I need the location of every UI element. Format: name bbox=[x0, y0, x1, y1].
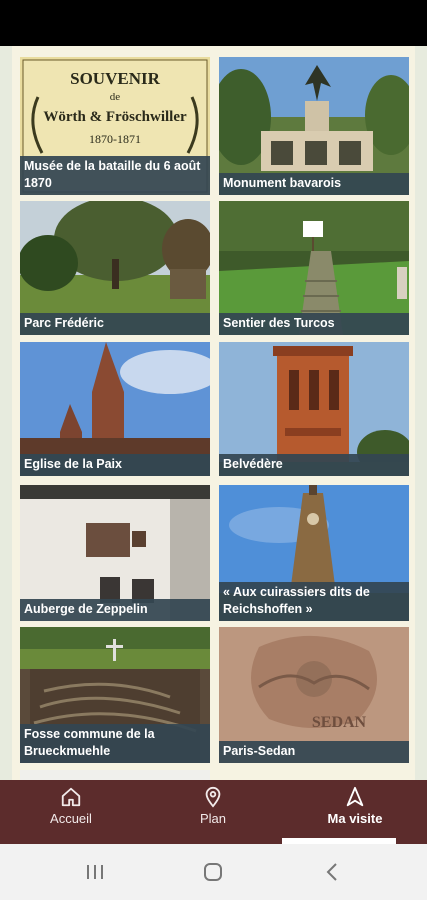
card-caption: Fosse commune de la Brueckmuehle bbox=[20, 724, 210, 763]
map-pin-icon bbox=[205, 786, 221, 808]
card-fosse-commune[interactable]: Fosse commune de la Brueckmuehle bbox=[20, 627, 210, 763]
card-caption: Auberge de Zeppelin bbox=[20, 599, 210, 621]
poster-line2: de bbox=[110, 91, 121, 103]
nav-item-plan[interactable]: Plan bbox=[142, 780, 284, 844]
bottom-nav: Accueil Plan Ma visite bbox=[0, 780, 427, 844]
card-caption: Sentier des Turcos bbox=[219, 313, 409, 335]
visit-grid-screen: SOUVENIR de Wörth & Fröschwiller 1870-18… bbox=[0, 46, 427, 780]
recent-apps-icon bbox=[87, 865, 103, 879]
poster-line1: SOUVENIR bbox=[70, 69, 160, 88]
home-system-button[interactable] bbox=[200, 860, 226, 884]
home-circle-icon bbox=[204, 863, 222, 881]
card-peek-row bbox=[20, 770, 210, 780]
back-icon bbox=[326, 863, 337, 881]
poster-line4: 1870-1871 bbox=[89, 132, 141, 146]
home-icon bbox=[61, 787, 81, 807]
card-musee-bataille[interactable]: SOUVENIR de Wörth & Fröschwiller 1870-18… bbox=[20, 57, 210, 195]
card-caption: « Aux cuirassiers dits de Reichshoffen » bbox=[219, 582, 409, 621]
poster-line3: Wörth & Fröschwiller bbox=[43, 109, 187, 125]
card-caption: Musée de la bataille du 6 août 1870 bbox=[20, 156, 210, 195]
nav-item-accueil[interactable]: Accueil bbox=[0, 780, 142, 844]
relief-inscription: SEDAN bbox=[312, 714, 367, 731]
nav-label-ma-visite: Ma visite bbox=[327, 811, 383, 826]
card-belvedere[interactable]: Belvédère bbox=[219, 342, 409, 476]
back-button[interactable] bbox=[320, 860, 346, 884]
card-caption: Belvédère bbox=[219, 454, 409, 476]
card-caption: Paris-Sedan bbox=[219, 741, 409, 763]
nav-label-accueil: Accueil bbox=[50, 811, 92, 826]
navigation-arrow-icon bbox=[346, 786, 364, 807]
card-auberge-zeppelin[interactable]: Auberge de Zeppelin bbox=[20, 485, 210, 621]
nav-item-ma-visite[interactable]: Ma visite bbox=[284, 780, 426, 844]
system-nav-bar bbox=[0, 844, 427, 900]
card-aux-cuirassiers[interactable]: « Aux cuirassiers dits de Reichshoffen » bbox=[219, 485, 409, 621]
recent-apps-button[interactable] bbox=[82, 860, 108, 884]
card-grid: SOUVENIR de Wörth & Fröschwiller 1870-18… bbox=[12, 46, 415, 780]
card-sentier-turcos[interactable]: Sentier des Turcos bbox=[219, 201, 409, 335]
card-paris-sedan[interactable]: SEDAN Paris-Sedan bbox=[219, 627, 409, 763]
card-eglise-paix[interactable]: Eglise de la Paix bbox=[20, 342, 210, 476]
status-bar bbox=[0, 0, 427, 46]
card-monument-bavarois[interactable]: Monument bavarois bbox=[219, 57, 409, 195]
card-caption: Eglise de la Paix bbox=[20, 454, 210, 476]
nav-label-plan: Plan bbox=[199, 811, 227, 826]
card-caption: Monument bavarois bbox=[219, 173, 409, 195]
card-caption: Parc Frédéric bbox=[20, 313, 210, 335]
card-parc-frederic[interactable]: Parc Frédéric bbox=[20, 201, 210, 335]
